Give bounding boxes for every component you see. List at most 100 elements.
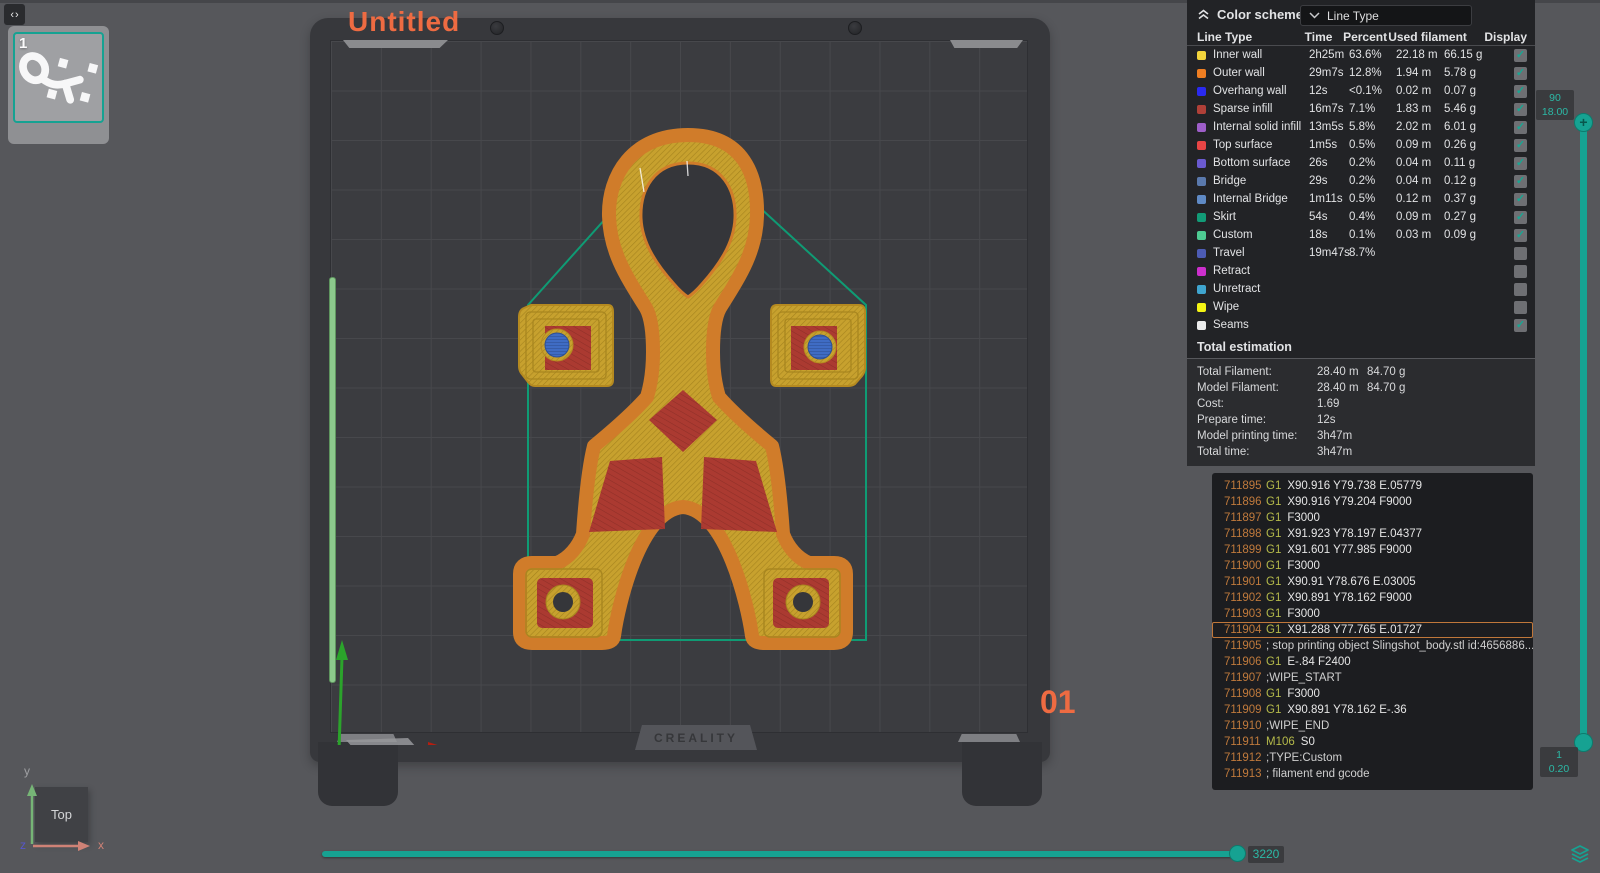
gcode-line[interactable]: 711896 G1 X90.916 Y79.204 F9000: [1212, 494, 1533, 510]
display-checkbox[interactable]: ✓: [1514, 210, 1527, 224]
line-type-weight: 5.46 g: [1444, 103, 1476, 115]
gcode-command: G1: [1266, 624, 1282, 636]
gcode-line[interactable]: 711905 ; stop printing object Slingshot_…: [1212, 638, 1533, 654]
gcode-line[interactable]: 711903 G1 F3000: [1212, 606, 1533, 622]
total-row-label: Total Filament:: [1197, 366, 1272, 378]
line-type-color-chip: [1197, 284, 1206, 294]
total-estimation-title: Total estimation: [1197, 340, 1292, 354]
gcode-line[interactable]: 711900 G1 F3000: [1212, 558, 1533, 574]
gcode-line[interactable]: 711906 G1 E-.84 F2400: [1212, 654, 1533, 670]
total-estimation-row: Cost: 1.69: [1187, 396, 1535, 412]
gcode-line[interactable]: 711908 G1 F3000: [1212, 686, 1533, 702]
line-type-row: Unretract: [1187, 280, 1535, 298]
gcode-command: G1: [1266, 560, 1282, 572]
display-checkbox[interactable]: ✓: [1514, 120, 1527, 134]
collapse-sidebar-button[interactable]: ‹ ›: [3, 3, 26, 26]
line-type-percent: 0.1%: [1349, 229, 1376, 241]
line-type-time: 1m11s: [1309, 193, 1343, 205]
gcode-command: G1: [1266, 496, 1282, 508]
gcode-viewer[interactable]: 711895 G1 X90.916 Y79.738 E.05779 711896…: [1212, 473, 1533, 790]
gcode-line[interactable]: 711904 G1 X91.288 Y77.765 E.01727: [1212, 622, 1533, 638]
display-checkbox[interactable]: ✓: [1514, 48, 1527, 62]
gcode-line-number: 711903: [1224, 608, 1262, 620]
gcode-step-slider-track[interactable]: [322, 851, 1238, 857]
gcode-line[interactable]: 711913 ; filament end gcode: [1212, 766, 1533, 782]
line-type-percent: 5.8%: [1349, 121, 1376, 133]
gcode-line-number: 711901: [1224, 576, 1262, 588]
line-type-table-body: Inner wall 2h25m 63.6% 22.18 m 66.15 g ✓…: [1187, 46, 1535, 334]
plate-thumbnail-card[interactable]: 1: [8, 26, 109, 144]
gcode-line[interactable]: 711897 G1 F3000: [1212, 510, 1533, 526]
gcode-step-slider-handle[interactable]: [1229, 845, 1246, 862]
line-type-percent: 12.8%: [1349, 67, 1382, 79]
line-type-length: 0.09 m: [1396, 139, 1432, 151]
gcode-args: F3000: [1287, 688, 1320, 700]
gcode-line[interactable]: 711895 G1 X90.916 Y79.738 E.05779: [1212, 478, 1533, 494]
gcode-args: ; stop printing object Slingshot_body.st…: [1266, 640, 1533, 652]
line-type-length: 2.02 m: [1396, 121, 1432, 133]
total-estimation-row: Total Filament: 28.40 m 84.70 g: [1187, 364, 1535, 380]
gcode-line[interactable]: 711899 G1 X91.601 Y77.985 F9000: [1212, 542, 1533, 558]
display-checkbox[interactable]: ✓: [1514, 228, 1527, 242]
gcode-line[interactable]: 711907 ;WIPE_START: [1212, 670, 1533, 686]
gcode-line[interactable]: 711912 ;TYPE:Custom: [1212, 750, 1533, 766]
line-type-row: Internal solid infill 13m5s 5.8% 2.02 m …: [1187, 118, 1535, 136]
display-checkbox[interactable]: ✓: [1514, 84, 1527, 98]
display-checkbox[interactable]: ✓: [1514, 318, 1527, 332]
line-type-row: Travel 19m47s 8.7%: [1187, 244, 1535, 262]
line-type-row: Wipe: [1187, 298, 1535, 316]
gcode-args: F3000: [1287, 560, 1320, 572]
collapse-up-icon[interactable]: [1197, 8, 1210, 21]
anchor-plate-left: [518, 304, 614, 387]
display-checkbox[interactable]: [1514, 246, 1527, 260]
line-type-row: Internal Bridge 1m11s 0.5% 0.12 m 0.37 g…: [1187, 190, 1535, 208]
total-row-value1: 3h47m: [1317, 446, 1353, 458]
gcode-line-number: 711898: [1224, 528, 1262, 540]
bed-foot-left: [318, 742, 398, 806]
line-type-color-chip: [1197, 122, 1206, 132]
gcode-command: G1: [1266, 592, 1282, 604]
line-type-time: 12s: [1309, 85, 1328, 97]
gcode-line[interactable]: 711911 M106 S0: [1212, 734, 1533, 750]
line-type-time: 19m47s: [1309, 247, 1350, 259]
display-checkbox[interactable]: ✓: [1514, 138, 1527, 152]
color-scheme-dropdown[interactable]: Line Type: [1300, 5, 1472, 26]
line-type-time: 54s: [1309, 211, 1328, 223]
total-row-value1: 28.40 m: [1317, 366, 1359, 378]
line-type-row: Top surface 1m5s 0.5% 0.09 m 0.26 g ✓: [1187, 136, 1535, 154]
gcode-args: E-.84 F2400: [1287, 656, 1351, 668]
line-type-label: Sparse infill: [1213, 103, 1273, 115]
total-row-value1: 1.69: [1317, 398, 1340, 410]
gcode-line[interactable]: 711909 G1 X90.891 Y78.162 E-.36: [1212, 702, 1533, 718]
gcode-line-number: 711895: [1224, 480, 1262, 492]
display-checkbox[interactable]: ✓: [1514, 174, 1527, 188]
display-checkbox[interactable]: [1514, 264, 1527, 278]
total-row-label: Model printing time:: [1197, 430, 1298, 442]
display-checkbox[interactable]: ✓: [1514, 156, 1527, 170]
gcode-step-value-badge: 3220: [1248, 846, 1284, 863]
display-checkbox[interactable]: [1514, 282, 1527, 296]
gcode-command: G1: [1266, 688, 1282, 700]
display-checkbox[interactable]: [1514, 300, 1527, 314]
gcode-line[interactable]: 711901 G1 X90.91 Y78.676 E.03005: [1212, 574, 1533, 590]
gcode-args: X90.916 Y79.738 E.05779: [1287, 480, 1423, 492]
layer-slider-top-handle[interactable]: +: [1574, 113, 1593, 132]
display-checkbox[interactable]: ✓: [1514, 102, 1527, 116]
color-scheme-title: Color scheme: [1217, 6, 1303, 22]
layers-icon[interactable]: [1570, 844, 1590, 864]
gcode-line[interactable]: 711910 ;WIPE_END: [1212, 718, 1533, 734]
gcode-line[interactable]: 711898 G1 X91.923 Y78.197 E.04377: [1212, 526, 1533, 542]
layer-slider-track[interactable]: [1580, 120, 1587, 745]
display-checkbox[interactable]: ✓: [1514, 192, 1527, 206]
line-type-color-chip: [1197, 320, 1206, 330]
total-row-label: Cost:: [1197, 398, 1224, 410]
line-type-label: Custom: [1213, 229, 1253, 241]
line-type-length: 0.03 m: [1396, 229, 1432, 241]
display-checkbox[interactable]: ✓: [1514, 66, 1527, 80]
total-row-value1: 28.40 m: [1317, 382, 1359, 394]
line-type-length: 0.09 m: [1396, 211, 1432, 223]
gcode-line-number: 711896: [1224, 496, 1262, 508]
gcode-line[interactable]: 711902 G1 X90.891 Y78.162 F9000: [1212, 590, 1533, 606]
total-estimation-block: Total Filament: 28.40 m 84.70 g Model Fi…: [1187, 358, 1535, 466]
line-type-label: Inner wall: [1213, 49, 1263, 61]
